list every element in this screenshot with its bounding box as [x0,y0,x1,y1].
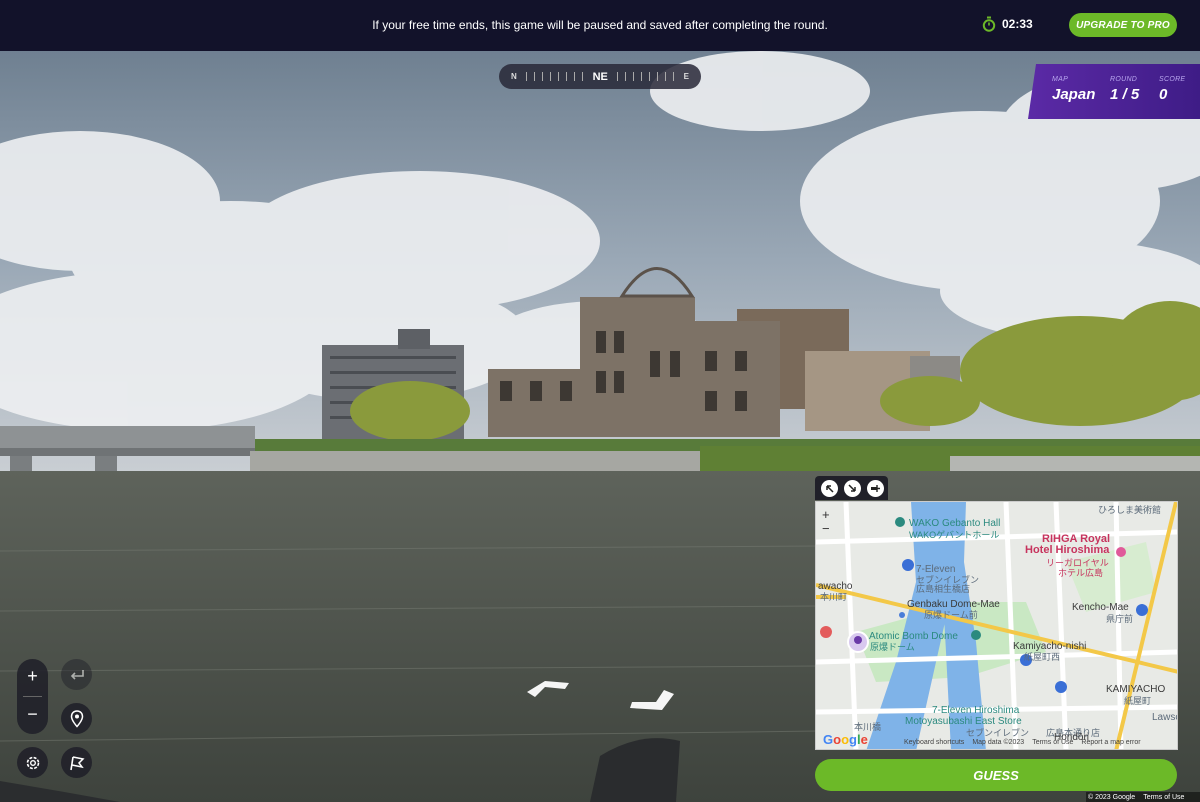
map-label-seven2b: Motoyasubashi East Store [905,716,1022,727]
move-left-arrow[interactable] [525,679,571,701]
zoom-in-button[interactable]: + [17,661,48,692]
map-label-genbaku: Genbaku Dome-Mae [907,599,1000,610]
timer-value: 02:33 [1002,17,1033,31]
compass-n: N [511,72,517,81]
pin-icon [871,484,880,492]
status-score-value: 0 [1159,86,1168,103]
report-error-link[interactable]: Report a map error [1081,739,1140,746]
round-timer: 02:33 [982,16,1033,32]
flag-icon [69,755,85,770]
copyright-terms-link[interactable]: Terms of Use [1143,794,1184,801]
panorama-zoom-controls: + − [17,659,48,734]
status-map: MAP Japan [1052,76,1095,103]
compass-ticks [526,72,584,81]
map-label-museum-jp: ひろしま美術館 [1098,505,1162,515]
map-label-kamiyacho2-jp: 紙屋町 [1124,696,1152,706]
minimap-shrink-button[interactable] [844,479,861,497]
minimap-toolbar [815,476,888,500]
map-label-awacho-jp: 本川町 [820,592,848,602]
map-label-kencho: Kencho-Mae [1072,602,1129,613]
settings-gear-icon [26,756,39,769]
guess-minimap: + − WAKO Gebanto Hall WAKOゲバントホール ひろしま美術… [815,476,1178,750]
map-data-text: Map data ©2023 [972,738,1025,746]
map-label-dome: Atomic Bomb Dome [869,631,958,642]
map-label-rihga-2: Hotel Hiroshima [1025,544,1110,556]
status-score: SCORE 0 [1159,76,1185,103]
status-map-label: MAP [1052,76,1069,83]
map-label-wako: WAKO Gebanto Hall [909,518,1001,529]
move-right-arrow[interactable] [628,688,676,712]
compass-ticks [617,72,675,81]
undo-move-button[interactable] [61,659,92,690]
copyright-bar: © 2023 Google Terms of Use [1086,792,1200,802]
status-score-label: SCORE [1159,76,1186,83]
minimap-zoom-out-button[interactable]: − [822,522,830,536]
status-map-value: Japan [1052,86,1096,103]
status-round: ROUND 1 / 5 [1110,76,1139,103]
expand-icon [826,484,834,493]
map-label-kamiyacho: Kamiyacho-nishi [1013,641,1087,652]
game-status-panel: MAP Japan ROUND 1 / 5 SCORE 0 [1028,64,1200,119]
terms-link[interactable]: Terms of Use [1032,739,1073,746]
minimap-zoom: + − [822,508,830,536]
map-label-rihga-jp-2: ホテル広島 [1058,568,1104,578]
guess-button[interactable]: GUESS [815,759,1177,791]
copyright-text: © 2023 Google [1088,793,1136,801]
shrink-icon [848,483,856,492]
zoom-out-button[interactable]: − [17,699,48,730]
map-label-seven1: 7-Eleven [916,564,956,575]
map-label-lawson: Lawso [1152,712,1177,723]
location-pin-icon [70,709,83,728]
compass-heading: NE [592,70,608,83]
return-to-start-button[interactable] [61,703,92,734]
map-label-kencho-jp: 県庁前 [1106,614,1134,624]
compass-e: E [683,72,689,81]
minimap-zoom-in-button[interactable]: + [822,508,830,522]
upgrade-to-pro-button[interactable]: UPGRADE TO PRO [1069,13,1177,37]
minimap-footer: Keyboard shortcuts Map data ©2023 Terms … [816,735,1177,749]
status-round-value: 1 / 5 [1110,86,1140,103]
compass: N NE E [499,64,701,89]
map-label-seven2a: 7-Eleven Hiroshima [932,705,1020,716]
map-label-kamiyacho-jp: 紙屋町西 [1024,652,1061,662]
minimap-enlarge-button[interactable] [821,479,838,497]
keyboard-shortcuts-link[interactable]: Keyboard shortcuts [904,739,964,746]
settings-button[interactable] [17,747,48,778]
map-label-genbaku-jp: 原爆ドーム前 [924,610,978,620]
map-label-wako-jp: WAKOゲバントホール [909,530,1000,540]
stopwatch-icon [982,16,996,32]
plus-icon: + [27,666,38,686]
report-location-button[interactable] [61,747,92,778]
map-label-awacho: awacho [818,581,853,592]
map-label-kamiyacho2: KAMIYACHO [1106,684,1166,695]
undo-arrow-icon [70,669,84,680]
map-label-dome-jp: 原爆ドーム [870,642,915,652]
status-round-label: ROUND [1110,76,1138,83]
minus-icon: − [27,704,38,724]
minimap-pin-button[interactable] [867,479,884,497]
map-label-seven1-jp2: 広島相生橋店 [916,584,971,594]
game-app: If your free time ends, this game will b… [0,0,1200,802]
minimap-canvas[interactable]: + − WAKO Gebanto Hall WAKOゲバントホール ひろしま美術… [815,501,1178,750]
top-bar: If your free time ends, this game will b… [0,0,1200,51]
